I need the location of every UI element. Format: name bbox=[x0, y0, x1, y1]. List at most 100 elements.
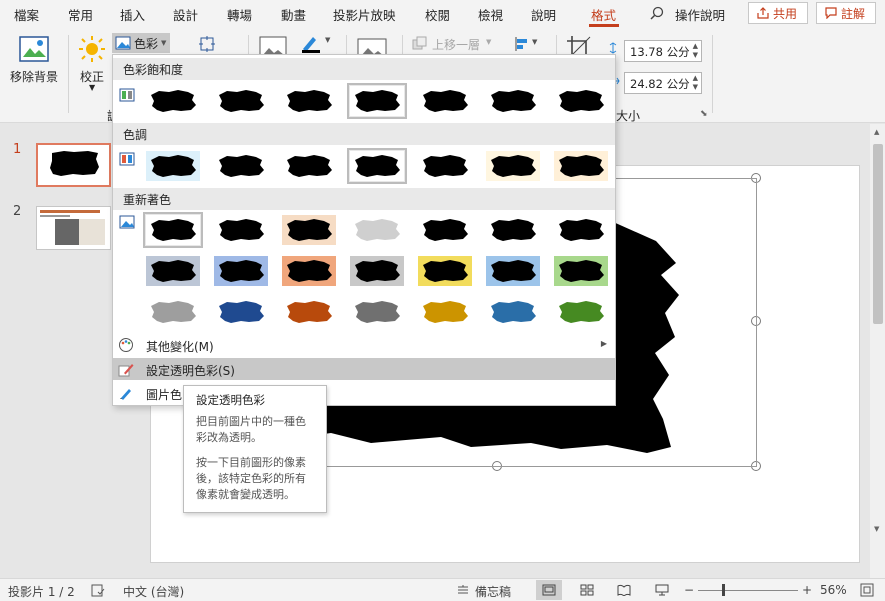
color-swatch-option[interactable] bbox=[143, 83, 203, 119]
chevron-down-icon[interactable]: ▼ bbox=[89, 83, 95, 92]
tab-format[interactable]: 格式 bbox=[591, 5, 616, 24]
tooltip-description: 按一下目前圖形的像素後，該特定色彩的所有像素就會變成透明。 bbox=[196, 456, 306, 501]
color-swatch-option[interactable] bbox=[143, 148, 203, 184]
remove-background-icon[interactable] bbox=[18, 35, 50, 63]
color-swatch-option[interactable] bbox=[483, 83, 543, 119]
bring-forward-icon[interactable] bbox=[412, 36, 428, 50]
color-swatch-option[interactable] bbox=[211, 148, 271, 184]
scroll-down-icon[interactable]: ▼ bbox=[874, 525, 879, 533]
slide-thumbnail-2[interactable] bbox=[36, 206, 111, 250]
slide-sorter-icon[interactable] bbox=[580, 584, 594, 596]
color-swatch-option[interactable] bbox=[143, 294, 203, 330]
color-swatch-option[interactable] bbox=[211, 212, 271, 248]
swatch-preview bbox=[214, 297, 268, 327]
color-swatch-option[interactable] bbox=[483, 253, 543, 289]
align-icon[interactable] bbox=[514, 36, 530, 52]
tab-insert[interactable]: 插入 bbox=[120, 5, 145, 24]
spin-arrows-icon[interactable]: ▲ ▼ bbox=[693, 42, 698, 60]
tooltip-title: 設定透明色彩 bbox=[196, 393, 265, 407]
color-swatch-option[interactable] bbox=[347, 212, 407, 248]
height-field[interactable]: 13.78 公分 ▲ ▼ bbox=[624, 40, 702, 62]
reading-view-icon[interactable] bbox=[617, 584, 631, 596]
picture-color-options-icon bbox=[120, 389, 131, 400]
picture-border-icon[interactable] bbox=[300, 33, 324, 53]
tab-view[interactable]: 檢視 bbox=[478, 5, 503, 24]
tab-help[interactable]: 說明 bbox=[531, 5, 556, 24]
color-swatch-option[interactable] bbox=[347, 253, 407, 289]
tab-transitions[interactable]: 轉場 bbox=[227, 5, 252, 24]
color-swatch-option[interactable] bbox=[415, 148, 475, 184]
swatch-preview bbox=[282, 151, 336, 181]
scrollbar-thumb[interactable] bbox=[873, 144, 883, 324]
color-swatch-option[interactable] bbox=[347, 294, 407, 330]
corrections-icon[interactable] bbox=[78, 35, 106, 63]
color-swatch-option[interactable] bbox=[279, 83, 339, 119]
fit-to-window-icon[interactable] bbox=[860, 583, 874, 597]
color-swatch-option[interactable] bbox=[551, 294, 611, 330]
brush-swatch-image bbox=[491, 301, 536, 323]
tab-file[interactable]: 檔案 bbox=[14, 5, 39, 24]
width-field[interactable]: 24.82 公分 ▲ ▼ bbox=[624, 72, 702, 94]
color-swatch-option[interactable] bbox=[143, 212, 203, 248]
color-swatch-option[interactable] bbox=[279, 212, 339, 248]
set-transparent-color-item[interactable]: 設定透明色彩(S) bbox=[113, 358, 615, 380]
notes-button[interactable]: 備忘稿 bbox=[475, 583, 511, 600]
color-swatch-option[interactable] bbox=[415, 253, 475, 289]
accessibility-icon[interactable] bbox=[91, 584, 105, 597]
chevron-down-icon[interactable]: ▼ bbox=[325, 36, 330, 44]
height-value: 13.78 公分 bbox=[630, 45, 690, 59]
scroll-up-icon[interactable]: ▲ bbox=[874, 128, 879, 136]
color-swatch-option[interactable] bbox=[483, 212, 543, 248]
brush-swatch-image bbox=[423, 301, 468, 323]
tab-review[interactable]: 校閱 bbox=[425, 5, 450, 24]
color-button[interactable]: 色彩 ▼ bbox=[112, 33, 170, 53]
recolor-section-header: 重新著色 bbox=[113, 188, 615, 210]
zoom-level[interactable]: 56% bbox=[820, 583, 847, 597]
compress-pictures-icon[interactable] bbox=[198, 35, 216, 53]
color-swatch-option[interactable] bbox=[415, 83, 475, 119]
dialog-launcher-icon[interactable]: ⬊ bbox=[700, 109, 708, 119]
color-icon bbox=[115, 36, 131, 50]
search-icon[interactable] bbox=[650, 6, 664, 20]
zoom-in-icon[interactable]: + bbox=[802, 583, 812, 597]
color-swatch-option[interactable] bbox=[551, 148, 611, 184]
tell-me-box[interactable]: 操作說明 bbox=[675, 5, 725, 24]
tab-design[interactable]: 設計 bbox=[173, 5, 198, 24]
chevron-down-icon[interactable]: ▼ bbox=[532, 38, 537, 46]
brush-swatch-image bbox=[219, 301, 264, 323]
color-swatch-option[interactable] bbox=[551, 212, 611, 248]
color-swatch-option[interactable] bbox=[415, 212, 475, 248]
color-swatch-option[interactable] bbox=[143, 253, 203, 289]
more-variations-item[interactable]: 其他變化(M) ▶ bbox=[113, 334, 615, 356]
color-swatch-option[interactable] bbox=[483, 148, 543, 184]
spin-arrows-icon[interactable]: ▲ ▼ bbox=[693, 74, 698, 92]
color-swatch-option[interactable] bbox=[211, 83, 271, 119]
color-swatch-option[interactable] bbox=[551, 83, 611, 119]
share-button[interactable]: 共用 bbox=[748, 2, 808, 24]
width-value: 24.82 公分 bbox=[630, 77, 690, 91]
tab-animations[interactable]: 動畫 bbox=[281, 5, 306, 24]
zoom-slider-thumb[interactable] bbox=[722, 584, 725, 596]
zoom-slider-track[interactable] bbox=[698, 590, 798, 591]
remove-background-label[interactable]: 移除背景 bbox=[10, 68, 58, 85]
color-swatch-option[interactable] bbox=[211, 294, 271, 330]
color-swatch-option[interactable] bbox=[483, 294, 543, 330]
normal-view-button[interactable] bbox=[536, 580, 562, 600]
language-indicator[interactable]: 中文 (台灣) bbox=[123, 583, 184, 600]
chevron-down-icon[interactable]: ▼ bbox=[486, 38, 491, 46]
color-swatch-option[interactable] bbox=[347, 83, 407, 119]
color-swatch-option[interactable] bbox=[415, 294, 475, 330]
color-swatch-option[interactable] bbox=[211, 253, 271, 289]
zoom-out-icon[interactable]: − bbox=[684, 583, 694, 597]
tab-home[interactable]: 常用 bbox=[68, 5, 93, 24]
color-swatch-option[interactable] bbox=[279, 148, 339, 184]
color-swatch-option[interactable] bbox=[279, 294, 339, 330]
color-swatch-option[interactable] bbox=[347, 148, 407, 184]
color-swatch-option[interactable] bbox=[551, 253, 611, 289]
slideshow-icon[interactable] bbox=[655, 584, 669, 596]
tab-slideshow[interactable]: 投影片放映 bbox=[333, 5, 396, 24]
bring-forward-label[interactable]: 上移一層 bbox=[432, 36, 480, 53]
slide-thumbnail-1[interactable] bbox=[36, 143, 111, 187]
color-swatch-option[interactable] bbox=[279, 253, 339, 289]
comments-button[interactable]: 註解 bbox=[816, 2, 876, 24]
